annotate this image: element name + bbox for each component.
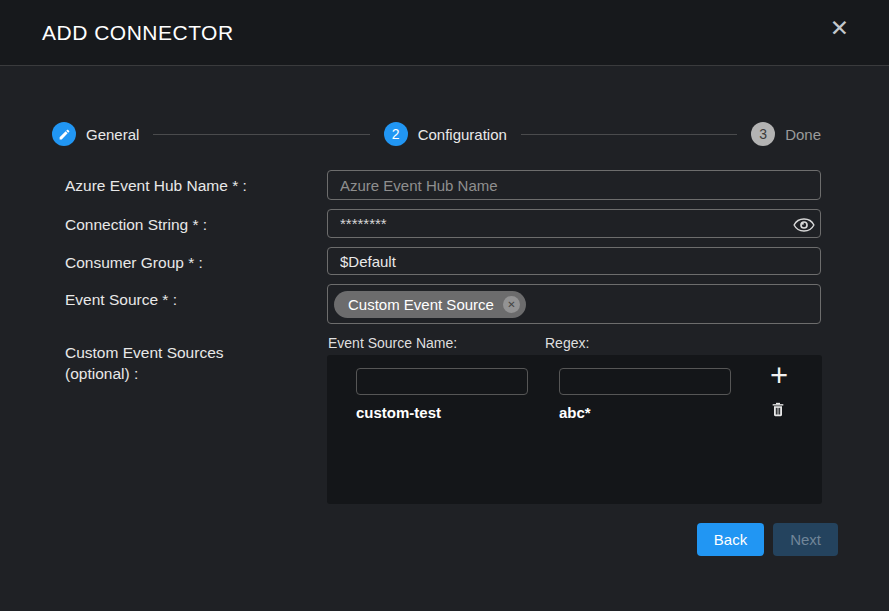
field-row-consumer-group: Consumer Group * : [65, 247, 821, 275]
stepper: General 2 Configuration 3 Done [52, 122, 821, 146]
field-row-custom-event-sources: Custom Event Sources (optional) : Event … [65, 337, 821, 504]
step-configuration[interactable]: 2 Configuration [384, 122, 507, 146]
close-icon[interactable]: ✕ [830, 17, 849, 40]
regex-column-header: Regex: [545, 337, 589, 350]
connection-string-label: Connection String * : [65, 209, 327, 238]
dialog-header: ADD CONNECTOR ✕ [0, 0, 889, 66]
field-row-connection-string: Connection String * : [65, 209, 821, 238]
event-source-name-column-header: Event Source Name: [327, 337, 545, 350]
azure-event-hub-name-label: Azure Event Hub Name * : [65, 170, 327, 200]
custom-sources-column-headers: Event Source Name: Regex: [327, 337, 822, 350]
delete-custom-source-icon[interactable] [770, 401, 786, 422]
step-configuration-label: Configuration [418, 126, 507, 143]
stepper-connector [521, 134, 737, 135]
step-done[interactable]: 3 Done [751, 122, 821, 146]
consumer-group-input[interactable] [327, 247, 821, 275]
connection-string-input[interactable] [327, 209, 821, 238]
step-done-label: Done [785, 126, 821, 143]
consumer-group-label: Consumer Group * : [65, 247, 327, 275]
new-event-source-name-input[interactable] [356, 368, 528, 395]
custom-source-name-value: custom-test [356, 404, 559, 421]
next-button[interactable]: Next [773, 523, 838, 556]
connector-form: Azure Event Hub Name * : Connection Stri… [65, 170, 821, 504]
dialog-footer: Back Next [0, 523, 838, 556]
stepper-connector [153, 134, 369, 135]
custom-source-regex-value: abc* [559, 404, 591, 421]
step-2-circle: 2 [384, 122, 408, 146]
dialog-title: ADD CONNECTOR [42, 21, 234, 45]
event-source-chip-label: Custom Event Source [348, 296, 494, 313]
back-button[interactable]: Back [697, 523, 764, 556]
step-general-label: General [86, 126, 139, 143]
eye-icon[interactable] [793, 217, 815, 237]
event-source-chip: Custom Event Source ✕ [334, 291, 526, 318]
step-general[interactable]: General [52, 122, 139, 146]
azure-event-hub-name-input[interactable] [327, 170, 821, 200]
custom-source-row: custom-test abc* [356, 404, 822, 421]
custom-sources-panel: + custom-test abc* [327, 355, 822, 504]
add-custom-source-icon[interactable]: + [770, 360, 788, 391]
custom-event-sources-label: Custom Event Sources (optional) : [65, 337, 327, 504]
new-regex-input[interactable] [559, 368, 731, 395]
chip-remove-icon[interactable]: ✕ [503, 296, 520, 313]
event-source-label: Event Source * : [65, 284, 327, 324]
event-source-input[interactable]: Custom Event Source ✕ [327, 284, 821, 324]
field-row-event-source: Event Source * : Custom Event Source ✕ [65, 284, 821, 324]
field-row-azure-event-hub-name: Azure Event Hub Name * : [65, 170, 821, 200]
edit-pencil-icon [52, 122, 76, 146]
step-3-circle: 3 [751, 122, 775, 146]
